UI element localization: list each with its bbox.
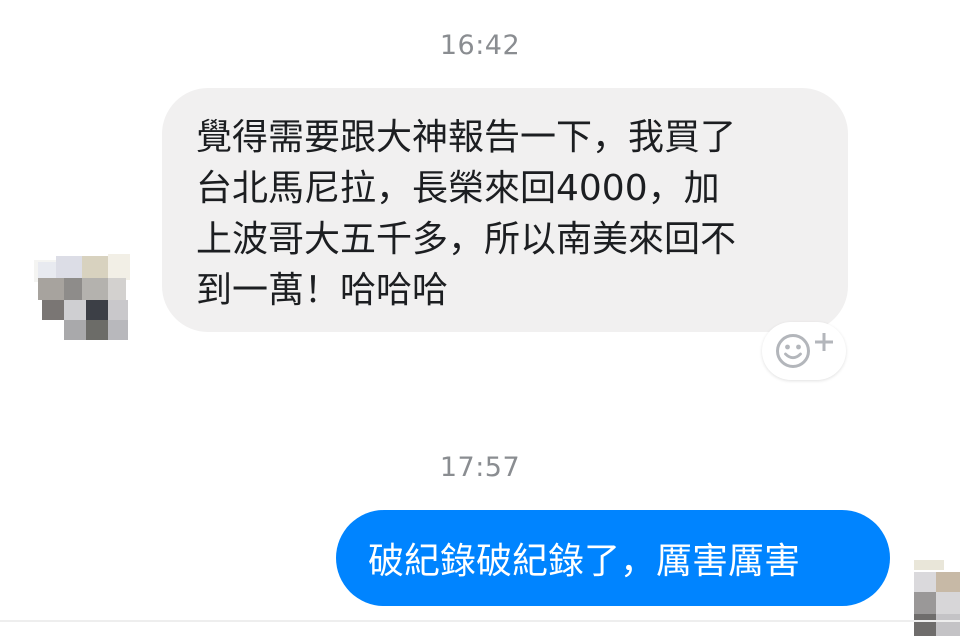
- outgoing-message-bubble[interactable]: 破紀錄破紀錄了，厲害厲害: [336, 510, 890, 606]
- divider: [0, 620, 960, 622]
- incoming-message-bubble[interactable]: 覺得需要跟大神報告一下，我買了 台北馬尼拉，長榮來回4000，加 上波哥大五千多…: [162, 88, 848, 332]
- contact-avatar[interactable]: [34, 254, 130, 346]
- add-reaction-button[interactable]: [762, 322, 846, 380]
- chat-screen: 16:42 覺得需要跟大神報告一下，我買了 台北馬尼拉，長榮來回4000，加 上…: [0, 0, 960, 636]
- outgoing-message-text: 破紀錄破紀錄了，厲害厲害: [368, 541, 801, 582]
- timestamp: 16:42: [439, 30, 521, 61]
- incoming-message-text: 覺得需要跟大神報告一下，我買了 台北馬尼拉，長榮來回4000，加 上波哥大五千多…: [196, 117, 737, 311]
- add-reaction-icon: [776, 333, 833, 368]
- timestamp: 17:57: [439, 452, 521, 483]
- read-receipt-avatar: [888, 560, 960, 636]
